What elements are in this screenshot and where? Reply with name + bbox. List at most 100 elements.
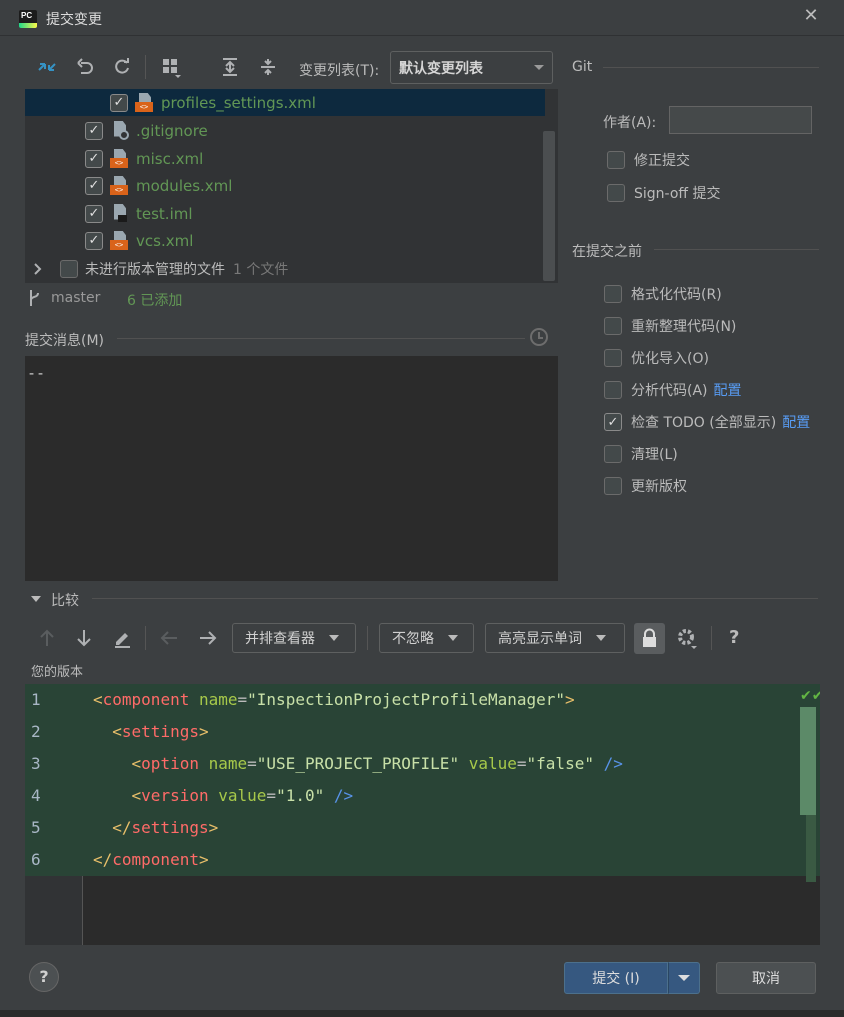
chevron-down-icon [678,975,690,981]
collapse-all-icon[interactable] [256,55,280,79]
todo-configure-link[interactable]: 配置 [782,412,810,432]
signoff-checkbox[interactable] [607,184,625,202]
no-problems-check-icon: ✔✔ [800,688,820,704]
update-copyright-checkbox[interactable] [604,477,622,495]
divider [654,249,819,250]
viewer-value: 并排查看器 [245,631,315,647]
history-clock-icon[interactable] [530,328,548,346]
code-line: <version value="1.0" /> [131,786,354,805]
help-button[interactable]: ? [29,962,59,992]
refresh-icon[interactable] [110,55,134,79]
line-number: 2 [31,722,41,741]
xml-file-icon: <> [110,230,130,251]
diff-help-icon[interactable]: ? [729,627,739,648]
cleanup-option[interactable]: 清理(L) [604,444,678,464]
file-name: vcs.xml [136,231,194,250]
tree-scrollbar[interactable] [543,131,555,281]
tree-row[interactable]: ✓ <> profiles_settings.xml [25,89,545,116]
added-lines-highlight [25,684,820,876]
code-line: </settings> [112,818,219,837]
line-number: 6 [31,850,41,869]
viewer-select[interactable]: 并排查看器 [232,623,356,653]
divider [117,338,525,339]
close-icon[interactable]: ✕ [800,5,822,27]
highlight-select[interactable]: 高亮显示单词 [485,623,625,653]
tree-row-unversioned[interactable]: 未进行版本管理的文件 1 个文件 [25,255,545,282]
next-difference-icon[interactable] [72,626,96,650]
chevron-down-icon [596,635,606,641]
line-number: 1 [31,690,41,709]
update-copyright-option[interactable]: 更新版权 [604,476,687,496]
show-diff-icon[interactable] [35,55,59,79]
rollback-icon[interactable] [73,55,97,79]
divider [92,598,818,599]
lock-icon[interactable] [634,623,665,654]
commit-message-input[interactable]: -- [25,356,558,581]
added-count: 6 已添加 [127,293,183,309]
prev-difference-icon[interactable] [35,626,59,650]
file-checkbox[interactable]: ✓ [85,204,103,223]
git-section-title: Git [572,59,593,75]
diff-title: 比较 [51,593,79,609]
settings-gear-icon[interactable] [675,626,699,650]
file-tree[interactable]: ✓ <> profiles_settings.xml ✓ .gitignore … [25,89,558,283]
divider [603,67,819,68]
tree-row[interactable]: ✓ <> modules.xml [25,172,545,199]
file-checkbox[interactable]: ✓ [85,231,103,250]
ignore-select[interactable]: 不忽略 [379,623,474,653]
edit-source-icon[interactable] [110,626,134,650]
tree-row[interactable]: ✓ <> misc.xml [25,145,545,172]
expand-all-icon[interactable] [218,55,242,79]
commit-button[interactable]: 提交 (I) [564,962,668,994]
optimize-imports-checkbox[interactable] [604,349,622,367]
ignore-value: 不忽略 [392,631,434,647]
reformat-option[interactable]: 格式化代码(R) [604,284,722,304]
rearrange-option[interactable]: 重新整理代码(N) [604,316,736,336]
unversioned-count: 1 个文件 [233,261,289,278]
chevron-right-icon[interactable] [33,262,47,275]
diff-editor[interactable]: 1 2 3 4 5 6 <component name="InspectionP… [25,684,820,945]
commit-options-dropdown[interactable] [668,962,700,994]
changelist-select[interactable]: 默认变更列表 [390,51,553,84]
amend-option[interactable]: 修正提交 [607,150,690,170]
file-name: modules.xml [136,176,233,195]
toolbar-separator [145,626,146,650]
your-version-label: 您的版本 [31,665,84,680]
cleanup-checkbox[interactable] [604,445,622,463]
rearrange-checkbox[interactable] [604,317,622,335]
file-checkbox[interactable]: ✓ [85,121,103,140]
cancel-button[interactable]: 取消 [716,962,816,994]
chevron-down-icon [329,635,339,641]
signoff-option[interactable]: Sign-off 提交 [607,183,721,203]
changelist-value: 默认变更列表 [399,60,483,77]
next-file-icon[interactable] [196,626,220,650]
code-line: <option name="USE_PROJECT_PROFILE" value… [131,754,623,773]
file-checkbox[interactable]: ✓ [110,93,128,112]
toolbar-separator [367,626,368,650]
tree-row[interactable]: ✓ .gitignore [25,117,545,144]
reformat-checkbox[interactable] [604,285,622,303]
analyze-code-checkbox[interactable] [604,381,622,399]
check-todo-option[interactable]: ✓ 检查 TODO (全部显示) 配置 [604,412,810,432]
analyze-configure-link[interactable]: 配置 [714,380,742,400]
file-checkbox[interactable]: ✓ [85,176,103,195]
group-by-icon[interactable] [159,55,183,79]
optimize-imports-option[interactable]: 优化导入(O) [604,348,709,368]
tree-row[interactable]: ✓ test.iml [25,200,545,227]
prev-file-icon[interactable] [157,626,181,650]
check-todo-checkbox[interactable]: ✓ [604,413,622,431]
unversioned-label: 未进行版本管理的文件 [85,261,225,278]
author-input[interactable] [669,106,812,134]
branch-name[interactable]: master [51,290,100,306]
before-commit-title: 在提交之前 [572,244,642,260]
unversioned-checkbox[interactable] [60,259,78,278]
background-strip [0,1010,844,1017]
editor-scroll-thumb[interactable] [800,707,816,815]
chevron-down-icon [534,65,544,70]
title-bar: PC 提交变更 ✕ [0,0,844,36]
file-checkbox[interactable]: ✓ [85,149,103,168]
tree-row[interactable]: ✓ <> vcs.xml [25,227,545,254]
amend-checkbox[interactable] [607,151,625,169]
gutter-highlight [25,684,83,876]
analyze-code-option[interactable]: 分析代码(A) 配置 [604,380,742,400]
